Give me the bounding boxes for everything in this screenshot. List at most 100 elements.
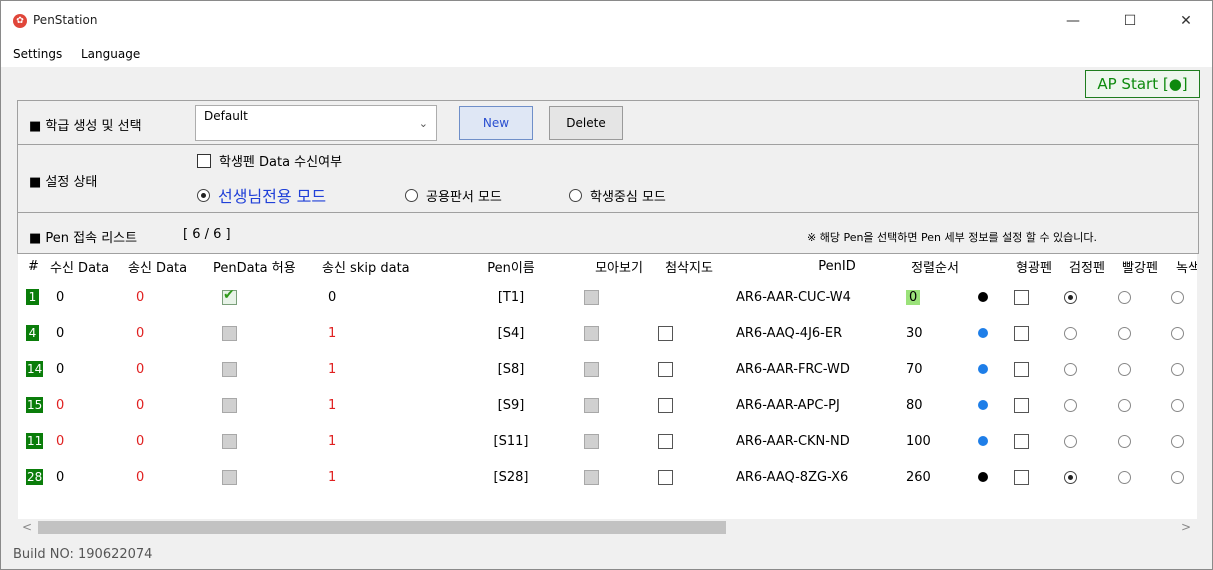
highlighter-checkbox[interactable] [1014,289,1029,305]
highlighter-cell[interactable] [1014,459,1034,495]
column-header[interactable]: # [28,254,42,278]
overview-cell[interactable] [584,315,614,351]
new-class-button[interactable]: New [459,106,533,140]
highlighter-checkbox[interactable] [1014,469,1029,485]
delete-class-button[interactable]: Delete [549,106,623,140]
correction-checkbox[interactable] [658,397,673,413]
red-pen-radio[interactable] [1118,398,1131,412]
red-pen-cell[interactable] [1118,279,1138,315]
scroll-left-icon[interactable]: < [22,520,32,534]
green-pen-cell[interactable] [1171,315,1191,351]
overview-checkbox[interactable] [584,397,599,413]
highlighter-cell[interactable] [1014,279,1034,315]
overview-cell[interactable] [584,279,614,315]
highlighter-cell[interactable] [1014,387,1034,423]
red-pen-radio[interactable] [1118,362,1131,376]
highlighter-checkbox[interactable] [1014,325,1029,341]
pendata-cell[interactable] [222,459,242,495]
correction-checkbox[interactable] [658,325,673,341]
pendata-cell[interactable] [222,423,242,459]
column-header[interactable]: 정렬순서 [900,254,970,278]
correction-cell[interactable] [658,351,688,387]
column-header[interactable]: 빨강펜 [1114,254,1166,278]
class-combo[interactable]: Default ⌄ [195,105,437,141]
pendata-allowed-checkbox[interactable] [222,287,237,305]
highlighter-cell[interactable] [1014,315,1034,351]
overview-cell[interactable] [584,351,614,387]
pendata-allowed-checkbox[interactable] [222,433,237,449]
overview-cell[interactable] [584,423,614,459]
column-header[interactable] [974,254,1004,278]
pendata-allowed-checkbox[interactable] [222,325,237,341]
correction-checkbox[interactable] [658,433,673,449]
mode-teacher-radio[interactable]: 선생님전용 모드 [197,183,326,207]
green-pen-cell[interactable] [1171,279,1191,315]
correction-cell[interactable] [658,315,688,351]
table-row[interactable]: 1 0 0 0 [T1] AR6-AAR-CUC-W4 0 [18,279,1197,315]
overview-checkbox[interactable] [584,433,599,449]
black-pen-radio[interactable] [1064,290,1077,304]
black-pen-radio[interactable] [1064,434,1077,448]
highlighter-checkbox[interactable] [1014,433,1029,449]
overview-checkbox[interactable] [584,469,599,485]
column-header[interactable]: 검정펜 [1061,254,1113,278]
column-header[interactable]: 녹색 [1168,254,1197,278]
column-header[interactable]: 송신 Data [128,254,212,278]
pendata-allowed-checkbox[interactable] [222,361,237,377]
green-pen-radio[interactable] [1171,362,1184,376]
horizontal-scrollbar[interactable]: < > [18,519,1197,536]
pendata-cell[interactable] [222,279,242,315]
highlighter-checkbox[interactable] [1014,361,1029,377]
scroll-right-icon[interactable]: > [1181,520,1191,534]
pendata-cell[interactable] [222,387,242,423]
mode-student-radio[interactable]: 학생중심 모드 [569,186,666,205]
table-row[interactable]: 11 0 0 1 [S11] AR6-AAR-CKN-ND 100 [18,423,1197,459]
column-header[interactable]: PenID [787,254,887,278]
black-pen-cell[interactable] [1064,315,1084,351]
correction-cell[interactable] [658,279,688,315]
column-header[interactable]: Pen이름 [471,254,551,278]
black-pen-radio[interactable] [1064,362,1077,376]
pendata-allowed-checkbox[interactable] [222,397,237,413]
column-header[interactable]: PenData 허용 [213,254,321,278]
green-pen-radio[interactable] [1171,434,1184,448]
table-row[interactable]: 4 0 0 1 [S4] AR6-AAQ-4J6-ER 30 [18,315,1197,351]
red-pen-radio[interactable] [1118,470,1131,484]
black-pen-cell[interactable] [1064,459,1084,495]
correction-checkbox[interactable] [658,361,673,377]
overview-checkbox[interactable] [584,361,599,377]
red-pen-cell[interactable] [1118,423,1138,459]
black-pen-cell[interactable] [1064,423,1084,459]
scrollbar-thumb[interactable] [38,521,726,534]
menu-settings[interactable]: Settings [13,47,62,61]
column-header[interactable]: 모아보기 [584,254,654,278]
green-pen-cell[interactable] [1171,351,1191,387]
table-row[interactable]: 14 0 0 1 [S8] AR6-AAR-FRC-WD 70 [18,351,1197,387]
close-button[interactable]: ✕ [1163,1,1209,41]
red-pen-cell[interactable] [1118,459,1138,495]
column-header[interactable]: 형광펜 [1008,254,1060,278]
overview-checkbox[interactable] [584,289,599,305]
correction-checkbox[interactable] [658,469,673,485]
column-header[interactable]: 수신 Data [50,254,128,278]
green-pen-radio[interactable] [1171,290,1184,304]
red-pen-radio[interactable] [1118,290,1131,304]
pendata-allowed-checkbox[interactable] [222,469,237,485]
green-pen-radio[interactable] [1171,326,1184,340]
black-pen-cell[interactable] [1064,387,1084,423]
black-pen-radio[interactable] [1064,398,1077,412]
pendata-cell[interactable] [222,351,242,387]
green-pen-cell[interactable] [1171,459,1191,495]
red-pen-radio[interactable] [1118,434,1131,448]
minimize-button[interactable]: — [1050,1,1096,41]
black-pen-radio[interactable] [1064,470,1077,484]
overview-cell[interactable] [584,387,614,423]
red-pen-cell[interactable] [1118,315,1138,351]
correction-cell[interactable] [658,459,688,495]
maximize-button[interactable]: ☐ [1107,1,1153,41]
green-pen-radio[interactable] [1171,398,1184,412]
black-pen-cell[interactable] [1064,279,1084,315]
red-pen-radio[interactable] [1118,326,1131,340]
red-pen-cell[interactable] [1118,387,1138,423]
green-pen-cell[interactable] [1171,387,1191,423]
